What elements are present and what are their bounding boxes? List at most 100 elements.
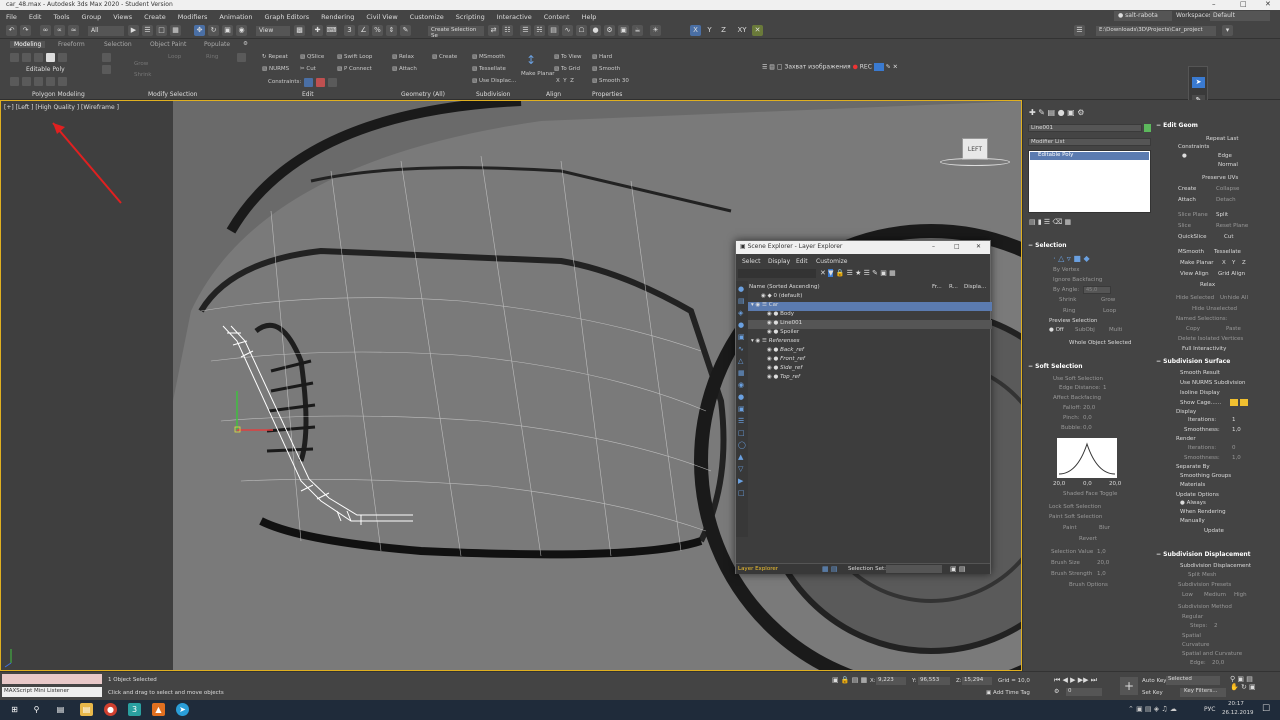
selection-rollout-title[interactable]: − Selection xyxy=(1028,242,1067,249)
select-and-rotate-icon[interactable]: ↻ xyxy=(208,25,219,36)
reset-plane-button[interactable]: Reset Plane xyxy=(1216,223,1248,229)
steps-field[interactable]: 2 xyxy=(1214,623,1218,629)
repeat-button[interactable]: ↻ Repeat xyxy=(262,54,288,60)
keyboard-shortcut-icon[interactable]: ⌨ xyxy=(326,25,337,36)
minimize-icon[interactable]: – xyxy=(1212,0,1216,8)
edge-field[interactable]: 20,0 xyxy=(1212,660,1224,666)
selection-set-dropdown[interactable] xyxy=(886,565,942,573)
selection-value-field[interactable]: 1,0 xyxy=(1097,549,1106,555)
preset-high-button[interactable]: High xyxy=(1234,592,1247,598)
place-icon[interactable]: ◉ xyxy=(236,25,247,36)
lock-soft-checkbox[interactable]: Lock Soft Selection xyxy=(1049,504,1101,510)
explorer-maximize-icon[interactable]: □ xyxy=(954,243,960,250)
smooth-result-checkbox[interactable]: Smooth Result xyxy=(1180,370,1220,376)
cage-color-swatch-2[interactable] xyxy=(1240,399,1248,406)
grow-label[interactable]: Grow xyxy=(134,61,148,67)
link-icon[interactable]: ∞ xyxy=(40,25,51,36)
explorer-minimize-icon[interactable]: – xyxy=(932,243,935,250)
select-and-move-icon[interactable]: ✥ xyxy=(194,25,205,36)
select-manipulate-icon[interactable]: ✚ xyxy=(312,25,323,36)
mirror-icon[interactable]: ⇄ xyxy=(488,25,499,36)
stack-tools-icon[interactable]: ▤ ▮ ☰ ⌫ ▦ xyxy=(1029,218,1071,226)
use-nurms-checkbox[interactable]: Use NURMS Subdivision xyxy=(1180,380,1245,386)
quickslice-button[interactable]: QuickSlice xyxy=(1178,234,1207,240)
planar-x-button[interactable]: X xyxy=(1222,260,1226,266)
edge-distance-value[interactable]: 1 xyxy=(1103,385,1107,391)
explorer-type-filter-icons[interactable]: ● ▤ ◈ ● ▣ ∿ △ ▦ ◉ ● ▣ ☰ □ ◯ ▲ ▽ ▶ □ xyxy=(738,283,746,499)
auto-key-button[interactable]: Auto Key xyxy=(1142,678,1167,684)
menu-scripting[interactable]: Scripting xyxy=(450,13,491,21)
group-geometry[interactable]: Geometry (All) xyxy=(401,91,445,98)
object-row[interactable]: ◉ ● Body xyxy=(748,311,992,320)
ring-button[interactable]: Ring xyxy=(1063,308,1075,314)
layer-row[interactable]: ▾ ◉ ☰ Referenses xyxy=(748,338,992,347)
attach-button[interactable]: ▧ Attach xyxy=(392,66,417,72)
loop-button[interactable]: Loop xyxy=(1103,308,1116,314)
constraint-none-radio[interactable]: ● xyxy=(1182,153,1187,159)
explorer-title-bar[interactable]: ▣ Scene Explorer - Layer Explorer – □ ✕ xyxy=(736,241,990,254)
brush-strength-field[interactable]: 1,0 xyxy=(1097,571,1106,577)
axis-x-button[interactable]: X xyxy=(690,25,701,36)
stack-level-icon[interactable] xyxy=(10,53,19,62)
render-iterations-field[interactable]: 0 xyxy=(1232,445,1236,451)
project-dropdown-icon[interactable]: ▾ xyxy=(1222,25,1233,36)
3dsmax-icon[interactable]: 3 xyxy=(128,703,141,716)
preview-subobj-radio[interactable]: SubObj xyxy=(1075,327,1095,333)
telegram-icon[interactable]: ➤ xyxy=(176,703,189,716)
group-edit[interactable]: Edit xyxy=(302,91,314,98)
rendered-frame-icon[interactable]: ▣ xyxy=(618,25,629,36)
menu-graph-editors[interactable]: Graph Editors xyxy=(259,13,316,21)
group-polygon-modeling[interactable]: Polygon Modeling xyxy=(32,91,85,98)
explorer-type-dropdown[interactable]: Layer Explorer xyxy=(738,566,778,572)
spatial-radio[interactable]: Spatial xyxy=(1182,633,1201,639)
to-view-button[interactable]: ▧ To View xyxy=(554,54,582,60)
constraint-normal-radio[interactable]: Normal xyxy=(1218,162,1238,168)
smoothing-groups-checkbox[interactable]: Smoothing Groups xyxy=(1180,473,1231,479)
unlink-icon[interactable]: ∝ xyxy=(54,25,65,36)
windows-start-icon[interactable]: ⊞ xyxy=(8,703,21,716)
system-tray-icons[interactable]: ⌃ ▣ ▤ ◈ ♫ ☁ xyxy=(1128,705,1177,713)
y-coord-field[interactable]: 96,553 xyxy=(918,677,950,685)
copy-button[interactable]: Copy xyxy=(1186,326,1200,332)
preserve-uvs-checkbox[interactable]: Preserve UVs xyxy=(1202,175,1238,181)
explorer-menu-select[interactable]: Select xyxy=(742,258,761,265)
rec-label[interactable]: REC xyxy=(860,64,872,71)
planar-y-button[interactable]: Y xyxy=(1232,260,1235,266)
maxscript-input[interactable] xyxy=(2,674,102,684)
revert-button[interactable]: Revert xyxy=(1079,536,1097,542)
record-dot-icon[interactable]: ● xyxy=(853,64,858,71)
edit-geometry-rollout-title[interactable]: − Edit Geom xyxy=(1156,122,1198,129)
rectangle-selection-icon[interactable]: □ xyxy=(156,25,167,36)
redo-icon[interactable]: ↷ xyxy=(20,25,31,36)
blur-button[interactable]: Blur xyxy=(1099,525,1110,531)
constraint-face-icon[interactable] xyxy=(328,78,337,87)
materials-checkbox[interactable]: Materials xyxy=(1180,482,1205,488)
column-frozen-header[interactable]: Fr... xyxy=(932,284,942,290)
curve-editor-icon[interactable]: ∿ xyxy=(562,25,573,36)
menu-create[interactable]: Create xyxy=(138,13,172,21)
brush-options-button[interactable]: Brush Options xyxy=(1069,582,1108,588)
layer-row[interactable]: ◉ ◆ 0 (default) xyxy=(748,293,992,302)
unhide-all-button[interactable]: Unhide All xyxy=(1220,295,1248,301)
key-mode-dropdown[interactable]: Selected xyxy=(1166,676,1220,685)
modifier-stack-icon[interactable] xyxy=(10,77,19,86)
shrink-button[interactable]: Shrink xyxy=(1059,297,1076,303)
clock-date[interactable]: 26.12.2019 xyxy=(1222,710,1254,716)
taskbar-search-icon[interactable]: ⚲ xyxy=(30,703,43,716)
select-and-scale-icon[interactable]: ▣ xyxy=(222,25,233,36)
viewcube-ring[interactable] xyxy=(940,158,1010,166)
edit-tool-icon[interactable] xyxy=(237,53,246,62)
shrink-icon[interactable] xyxy=(102,65,111,74)
msmooth-button[interactable]: ▧ MSmooth xyxy=(472,54,505,60)
selection-filter-dropdown[interactable]: All xyxy=(88,26,124,36)
explorer-menu-customize[interactable]: Customize xyxy=(816,258,848,265)
scene-explorer-icon[interactable]: ☰ xyxy=(520,25,531,36)
axis-z-button[interactable]: Z xyxy=(718,25,729,36)
menu-content[interactable]: Content xyxy=(538,13,576,21)
capture-close-icon[interactable]: ✕ xyxy=(893,64,898,71)
show-end-result-icon[interactable] xyxy=(22,77,31,86)
menu-file[interactable]: File xyxy=(0,13,23,21)
grid-align-button[interactable]: Grid Align xyxy=(1218,271,1245,277)
file-explorer-icon[interactable]: ▤ xyxy=(80,703,93,716)
select-by-name-icon[interactable]: ☰ xyxy=(142,25,153,36)
